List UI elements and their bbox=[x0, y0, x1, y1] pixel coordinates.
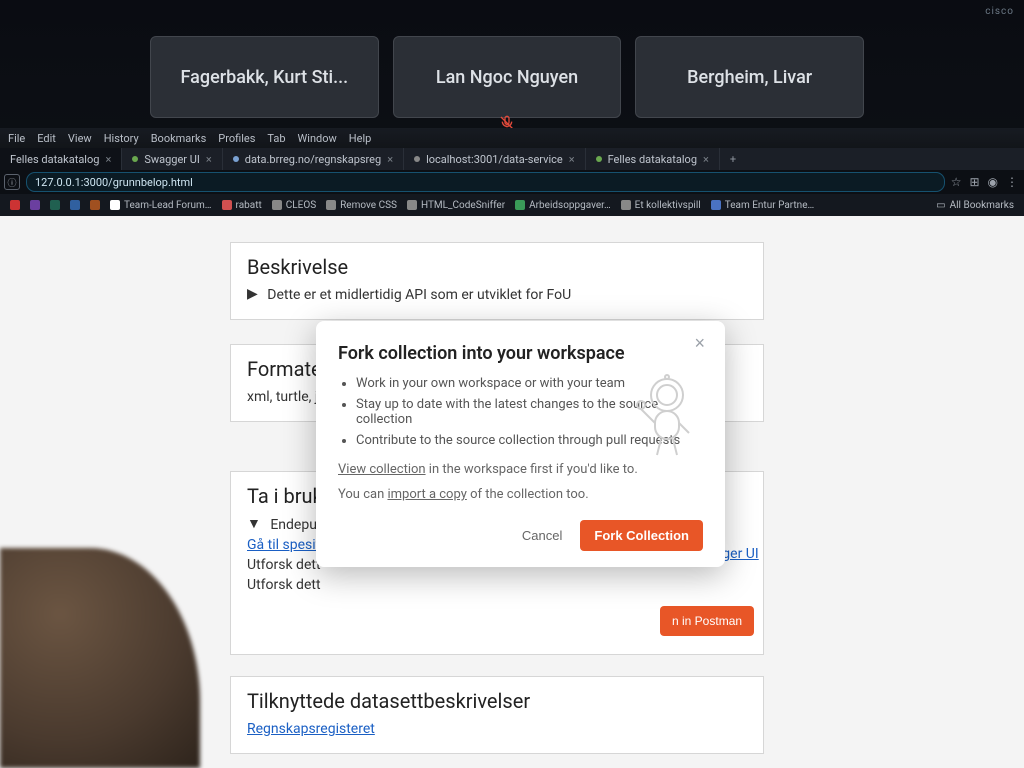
bookmark-item[interactable] bbox=[30, 200, 40, 210]
view-collection-link[interactable]: View collection bbox=[338, 462, 426, 477]
participant-tile[interactable]: Lan Ngoc Nguyen bbox=[393, 36, 622, 118]
tab-label: Swagger UI bbox=[144, 153, 200, 166]
participant-tile[interactable]: Bergheim, Livar bbox=[635, 36, 864, 118]
menu-item[interactable]: Window bbox=[298, 132, 337, 145]
tab-label: data.brreg.no/regnskapsreg bbox=[245, 153, 381, 166]
close-icon[interactable]: × bbox=[569, 153, 575, 166]
menu-item[interactable]: Edit bbox=[37, 132, 56, 145]
participant-name: Lan Ngoc Nguyen bbox=[436, 67, 578, 88]
section-beskrivelse: Beskrivelse ▶ Dette er et midlertidig AP… bbox=[230, 242, 764, 320]
call-participant-bar: Fagerbakk, Kurt Sti... Lan Ngoc Nguyen B… bbox=[150, 36, 864, 118]
import-copy-link[interactable]: import a copy bbox=[387, 487, 466, 502]
favicon-icon bbox=[414, 156, 420, 162]
new-tab-button[interactable]: + bbox=[720, 153, 746, 166]
avatar-icon[interactable]: ◉ bbox=[988, 175, 998, 189]
close-icon[interactable]: × bbox=[703, 153, 709, 166]
favicon-icon bbox=[233, 156, 239, 162]
bookmark-item[interactable]: Arbeidsoppgaver… bbox=[515, 200, 611, 211]
fork-collection-modal: × Fork collection into your workspace Wo… bbox=[316, 321, 725, 567]
astronaut-illustration bbox=[631, 365, 703, 461]
modal-hint-view: View collection in the workspace first i… bbox=[338, 462, 703, 477]
menu-item[interactable]: File bbox=[8, 132, 25, 145]
bookmark-item[interactable]: Team Entur Partne… bbox=[711, 200, 814, 211]
all-bookmarks[interactable]: ▭All Bookmarks bbox=[936, 200, 1014, 211]
url-bar: ⓘ 127.0.0.1:3000/grunnbelop.html ☆ ⊞ ◉ ⋮ bbox=[0, 170, 1024, 194]
disclosure-icon[interactable]: ▶ bbox=[247, 286, 258, 302]
bookmark-item[interactable]: Et kollektivspill bbox=[621, 200, 701, 211]
cancel-button[interactable]: Cancel bbox=[518, 520, 566, 551]
participant-tile[interactable]: Fagerbakk, Kurt Sti... bbox=[150, 36, 379, 118]
bookmark-item[interactable] bbox=[50, 200, 60, 210]
favicon-icon bbox=[132, 156, 138, 162]
favicon-icon bbox=[596, 156, 602, 162]
menu-item[interactable]: Tab bbox=[267, 132, 285, 145]
close-icon[interactable]: × bbox=[688, 333, 711, 353]
bookmark-item[interactable]: HTML_CodeSniffer bbox=[407, 200, 505, 211]
section-title: Tilknyttede datasettbeskrivelser bbox=[247, 689, 747, 713]
tab-label: Felles datakatalog bbox=[10, 153, 99, 166]
close-icon[interactable]: × bbox=[105, 153, 111, 166]
bookmarks-bar: Team-Lead Forum… rabatt CLEOS Remove CSS… bbox=[0, 194, 1024, 216]
run-in-postman-button[interactable]: n in Postman bbox=[660, 606, 754, 636]
bookmark-item[interactable]: rabatt bbox=[222, 200, 262, 211]
url-text: 127.0.0.1:3000/grunnbelop.html bbox=[35, 176, 193, 189]
menu-item[interactable]: History bbox=[104, 132, 139, 145]
menu-item[interactable]: Profiles bbox=[218, 132, 255, 145]
bookmark-item[interactable]: Remove CSS bbox=[326, 200, 397, 211]
section-title: Beskrivelse bbox=[247, 255, 747, 279]
utforsk-row: Utforsk dett bbox=[247, 577, 747, 593]
modal-hint-import: You can import a copy of the collection … bbox=[338, 487, 703, 502]
menu-item[interactable]: View bbox=[68, 132, 92, 145]
star-icon[interactable]: ☆ bbox=[951, 175, 962, 189]
fork-collection-button[interactable]: Fork Collection bbox=[580, 520, 703, 551]
section-tilknyttede: Tilknyttede datasettbeskrivelser Regnska… bbox=[230, 676, 764, 754]
browser-tabstrip: Felles datakatalog × Swagger UI × data.b… bbox=[0, 148, 1024, 170]
section-body: ▶ Dette er et midlertidig API som er utv… bbox=[247, 287, 747, 303]
modal-title: Fork collection into your workspace bbox=[338, 343, 703, 364]
app-menubar: File Edit View History Bookmarks Profile… bbox=[0, 128, 1024, 148]
url-input[interactable]: 127.0.0.1:3000/grunnbelop.html bbox=[26, 172, 945, 192]
browser-tab[interactable]: Felles datakatalog × bbox=[0, 148, 122, 170]
tab-label: localhost:3001/data-service bbox=[426, 153, 563, 166]
bookmark-item[interactable] bbox=[70, 200, 80, 210]
participant-name: Bergheim, Livar bbox=[687, 67, 812, 88]
browser-tab[interactable]: Swagger UI × bbox=[122, 148, 222, 170]
bookmark-item[interactable]: Team-Lead Forum… bbox=[110, 200, 212, 211]
bookmark-item[interactable] bbox=[10, 200, 20, 210]
participant-name: Fagerbakk, Kurt Sti... bbox=[181, 67, 349, 88]
tab-label: Felles datakatalog bbox=[608, 153, 697, 166]
close-icon[interactable]: × bbox=[387, 153, 393, 166]
browser-tab[interactable]: localhost:3001/data-service × bbox=[404, 148, 586, 170]
close-icon[interactable]: × bbox=[206, 153, 212, 166]
bookmark-item[interactable] bbox=[90, 200, 100, 210]
site-info-icon[interactable]: ⓘ bbox=[4, 174, 20, 190]
browser-tab[interactable]: Felles datakatalog × bbox=[586, 148, 720, 170]
bookmark-item[interactable]: CLEOS bbox=[272, 200, 316, 211]
browser-tab[interactable]: data.brreg.no/regnskapsreg × bbox=[223, 148, 404, 170]
kebab-icon[interactable]: ⋮ bbox=[1006, 175, 1018, 189]
regnskapsregisteret-link[interactable]: Regnskapsregisteret bbox=[247, 721, 375, 737]
disclosure-icon[interactable]: ▼ bbox=[247, 515, 261, 532]
menu-item[interactable]: Bookmarks bbox=[151, 132, 207, 145]
extensions-icon[interactable]: ⊞ bbox=[969, 175, 979, 189]
menu-item[interactable]: Help bbox=[349, 132, 372, 145]
